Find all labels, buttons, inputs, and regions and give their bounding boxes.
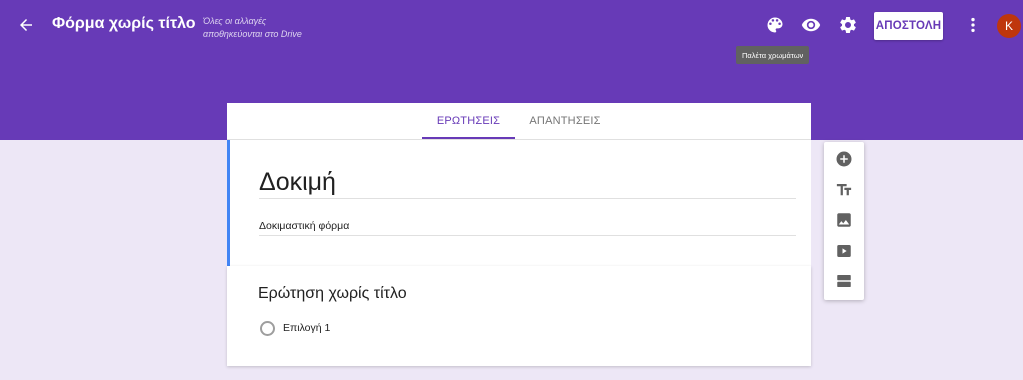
palette-icon: [767, 17, 783, 33]
tab-questions[interactable]: ΕΡΩΤΗΣΕΙΣ: [422, 103, 515, 139]
image-icon: [837, 213, 851, 227]
palette-button[interactable]: [764, 14, 786, 36]
add-circle-icon: [836, 151, 852, 167]
arrow-back-icon: [20, 19, 32, 31]
question-card[interactable]: Ερώτηση χωρίς τίτλο Επιλογή 1: [227, 266, 811, 366]
send-button[interactable]: ΑΠΟΣΤΟΛΗ: [874, 12, 943, 40]
side-toolbar: [824, 142, 864, 300]
form-title-card[interactable]: Δοκιμή Δοκιμαστική φόρμα: [227, 140, 811, 266]
tab-responses[interactable]: ΑΠΑΝΤΗΣΕΙΣ: [515, 103, 615, 139]
form-description-input[interactable]: Δοκιμαστική φόρμα: [259, 220, 349, 232]
palette-tooltip: Παλέτα χρωμάτων: [736, 46, 810, 64]
add-title-button[interactable]: [834, 180, 854, 200]
video-icon: [837, 245, 851, 257]
title-divider: [259, 198, 796, 199]
save-status-line1: Όλες οι αλλαγές: [203, 16, 267, 26]
save-status: Όλες οι αλλαγές αποθηκεύονται στο Drive: [203, 15, 328, 41]
title-text-icon: [836, 184, 852, 196]
save-status-line2: αποθηκεύονται στο Drive: [203, 29, 302, 39]
more-options-button[interactable]: [962, 14, 984, 36]
preview-button[interactable]: [800, 14, 822, 36]
description-divider: [259, 235, 796, 236]
more-vert-icon: [971, 17, 975, 33]
option-radio[interactable]: [260, 321, 275, 336]
form-title-input[interactable]: Δοκιμή: [259, 168, 336, 197]
add-section-button[interactable]: [834, 271, 854, 291]
gear-icon: [840, 16, 856, 33]
section-icon: [837, 275, 851, 287]
tabs-bar: ΕΡΩΤΗΣΕΙΣ ΑΠΑΝΤΗΣΕΙΣ: [227, 103, 811, 140]
option-label[interactable]: Επιλογή 1: [283, 322, 330, 334]
form-title-header[interactable]: Φόρμα χωρίς τίτλο: [52, 15, 196, 33]
eye-icon: [801, 18, 821, 32]
back-button[interactable]: [14, 13, 38, 37]
add-question-button[interactable]: [834, 149, 854, 169]
settings-button[interactable]: [837, 14, 859, 36]
avatar[interactable]: K: [997, 14, 1021, 38]
add-image-button[interactable]: [834, 210, 854, 230]
active-tab-indicator: [422, 137, 515, 139]
question-title[interactable]: Ερώτηση χωρίς τίτλο: [258, 285, 407, 303]
add-video-button[interactable]: [834, 241, 854, 261]
